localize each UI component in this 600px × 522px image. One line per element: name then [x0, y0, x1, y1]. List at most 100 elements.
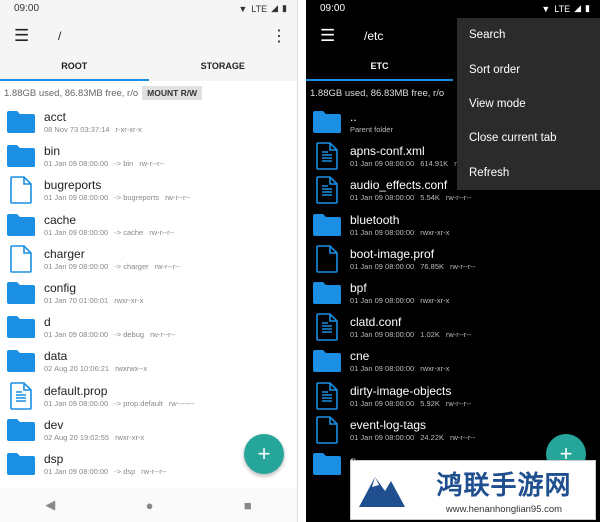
file-row[interactable]: data 02 Aug 20 10:06:21 rwxrwx--x [0, 344, 297, 378]
file-meta: 01 Jan 09 08:00:00 -> cache rw-r--r-- [44, 228, 181, 237]
file-date: 01 Jan 09 08:00:00 [350, 193, 415, 203]
file-perm: rw-r--r-- [445, 330, 472, 340]
file-row[interactable]: config 01 Jan 70 01:00:01 rwxr-xr-x [0, 276, 297, 310]
tab-storage[interactable]: STORAGE [149, 55, 298, 81]
overflow-menu-icon[interactable]: ⋮ [271, 26, 287, 46]
file-meta: 08 Nov 73 03:37:14 r-xr-xr-x [44, 125, 148, 134]
file-meta: 02 Aug 20 19:02:55 rwxr-xr-x [44, 433, 150, 442]
file-name: cache [44, 212, 77, 227]
file-name: bin [44, 144, 61, 159]
file-meta: 01 Jan 09 08:00:00 -> debug rw-r--r-- [44, 330, 181, 339]
system-nav-bar: ◀ ● ■ [0, 488, 297, 522]
add-fab-button[interactable]: + [244, 434, 284, 474]
file-icon [6, 176, 36, 205]
file-perm: rw------- [168, 398, 195, 408]
file-size: 1.02K [420, 330, 440, 340]
file-date: 01 Jan 09 08:00:00 [44, 193, 109, 203]
file-row[interactable]: acct 08 Nov 73 03:37:14 r-xr-xr-x [0, 105, 297, 139]
hamburger-menu-icon[interactable]: ☰ [320, 26, 348, 46]
file-name: event-log-tags [350, 417, 427, 432]
file-meta: Parent folder [350, 125, 399, 134]
file-row[interactable]: boot-image.prof 01 Jan 09 08:00:00 76.85K r… [306, 242, 600, 276]
folder-icon [312, 109, 342, 135]
file-perm: rw-r--r-- [450, 432, 476, 442]
file-row[interactable]: bpf 01 Jan 09 08:00:00 rwxr-xr-x [306, 276, 600, 310]
watermark-url: www.henanhonglian95.com [445, 504, 563, 515]
menu-item-close-current-tab[interactable]: Close current tab [457, 121, 600, 155]
file-date: 02 Aug 20 19:02:55 [44, 432, 110, 442]
folder-icon [6, 417, 36, 443]
recents-icon[interactable]: ■ [244, 498, 252, 513]
file-row[interactable]: bugreports 01 Jan 09 08:00:00 -> bugreport… [0, 173, 297, 207]
file-link: -> cache [114, 227, 144, 237]
folder-icon [6, 280, 36, 306]
file-meta: 01 Jan 09 08:00:00 rwxr-xr-x [350, 296, 455, 305]
back-icon[interactable]: ◀ [45, 497, 55, 513]
file-perm: rw-r--r-- [150, 330, 176, 340]
battery-icon: ▮ [282, 3, 287, 13]
network-label: LTE [251, 3, 268, 14]
home-icon[interactable]: ● [146, 498, 154, 513]
folder-icon [6, 109, 36, 135]
menu-item-view-mode[interactable]: View mode [457, 87, 600, 121]
file-icon [312, 245, 342, 273]
file-perm: rwxrwx--x [115, 364, 148, 374]
folder-icon [6, 348, 36, 374]
menu-item-search[interactable]: Search [457, 18, 600, 52]
file-date: 01 Jan 09 08:00:00 [350, 296, 415, 306]
document-icon [6, 381, 36, 410]
file-meta: 01 Jan 09 08:00:00 5.92K rw-r--r-- [350, 399, 477, 408]
file-name: dirty-image-objects [350, 383, 452, 398]
file-name: clatd.conf [350, 315, 402, 330]
menu-item-sort-order[interactable]: Sort order [457, 52, 600, 86]
file-date: 01 Jan 09 08:00:00 [350, 261, 415, 271]
file-name: .. [350, 110, 357, 125]
tab-root[interactable]: ROOT [0, 55, 149, 81]
file-meta: 01 Jan 09 08:00:00 -> prop.default rw-----… [44, 399, 200, 408]
watermark-title: 鸿联手游网 [436, 471, 572, 501]
storage-info-bar: 1.88GB used, 86.83MB free, r/o MOUNT R/W [0, 81, 297, 105]
file-row[interactable]: charger 01 Jan 09 08:00:00 -> charger rw-r-… [0, 242, 297, 276]
file-row[interactable]: default.prop 01 Jan 09 08:00:00 -> prop.de… [0, 379, 297, 413]
file-row[interactable]: d 01 Jan 09 08:00:00 -> debug rw-r--r-- [0, 310, 297, 344]
file-name: bpf [350, 281, 367, 296]
file-date: 01 Jan 09 08:00:00 [350, 398, 415, 408]
file-name: boot-image.prof [350, 246, 435, 261]
mount-rw-button[interactable]: MOUNT R/W [142, 86, 203, 100]
network-label: LTE [554, 3, 571, 14]
file-row[interactable]: dirty-image-objects 01 Jan 09 08:00:00 5.9… [306, 379, 600, 413]
file-row[interactable]: cache 01 Jan 09 08:00:00 -> cache rw-r--r-- [0, 208, 297, 242]
file-meta: 01 Jan 09 08:00:00 5.54K rw-r--r-- [350, 193, 477, 202]
file-link: -> dsp [114, 466, 136, 476]
tab-etc[interactable]: ETC [306, 55, 453, 81]
file-name: dsp [44, 451, 64, 466]
file-meta: 01 Jan 09 08:00:00 76.85K rw-r--r-- [350, 262, 481, 271]
status-time: 09:00 [14, 3, 40, 14]
status-time: 09:00 [320, 3, 346, 14]
file-perm: rwxr-xr-x [420, 364, 450, 374]
file-perm: rw-r--r-- [165, 193, 191, 203]
file-row[interactable]: cne 01 Jan 09 08:00:00 rwxr-xr-x [306, 344, 600, 378]
file-meta: 01 Jan 09 08:00:00 -> dsp rw-r--r-- [44, 467, 173, 476]
file-date: 01 Jan 09 08:00:00 [44, 227, 109, 237]
file-row[interactable]: bin 01 Jan 09 08:00:00 -> bin rw-r--r-- [0, 139, 297, 173]
menu-item-refresh[interactable]: Refresh [457, 156, 600, 190]
file-row[interactable]: clatd.conf 01 Jan 09 08:00:00 1.02K rw-r--r… [306, 310, 600, 344]
file-perm: rw-r--r-- [445, 193, 472, 203]
file-perm: rw-r--r-- [139, 159, 165, 169]
file-row[interactable]: bluetooth 01 Jan 09 08:00:00 rwxr-xr-x [306, 208, 600, 242]
file-date: 01 Jan 09 08:00:00 [44, 398, 109, 408]
file-date: 01 Jan 09 08:00:00 [350, 330, 415, 340]
overflow-menu-popup: Search Sort order View mode Close curren… [457, 18, 600, 190]
folder-icon [312, 451, 342, 477]
file-perm: rw-r--r-- [445, 398, 472, 408]
file-meta: 01 Jan 09 08:00:00 rwxr-xr-x [350, 228, 455, 237]
file-date: 08 Nov 73 03:37:14 [44, 125, 110, 135]
signal-icon: ◢ [574, 3, 582, 13]
battery-icon: ▮ [585, 3, 590, 13]
hamburger-menu-icon[interactable]: ☰ [14, 26, 42, 46]
file-perm: rwxr-xr-x [115, 432, 145, 442]
file-link: -> bugreports [114, 193, 160, 203]
file-link: -> charger [114, 261, 149, 271]
file-meta: 01 Jan 09 08:00:00 -> charger rw-r--r-- [44, 262, 186, 271]
